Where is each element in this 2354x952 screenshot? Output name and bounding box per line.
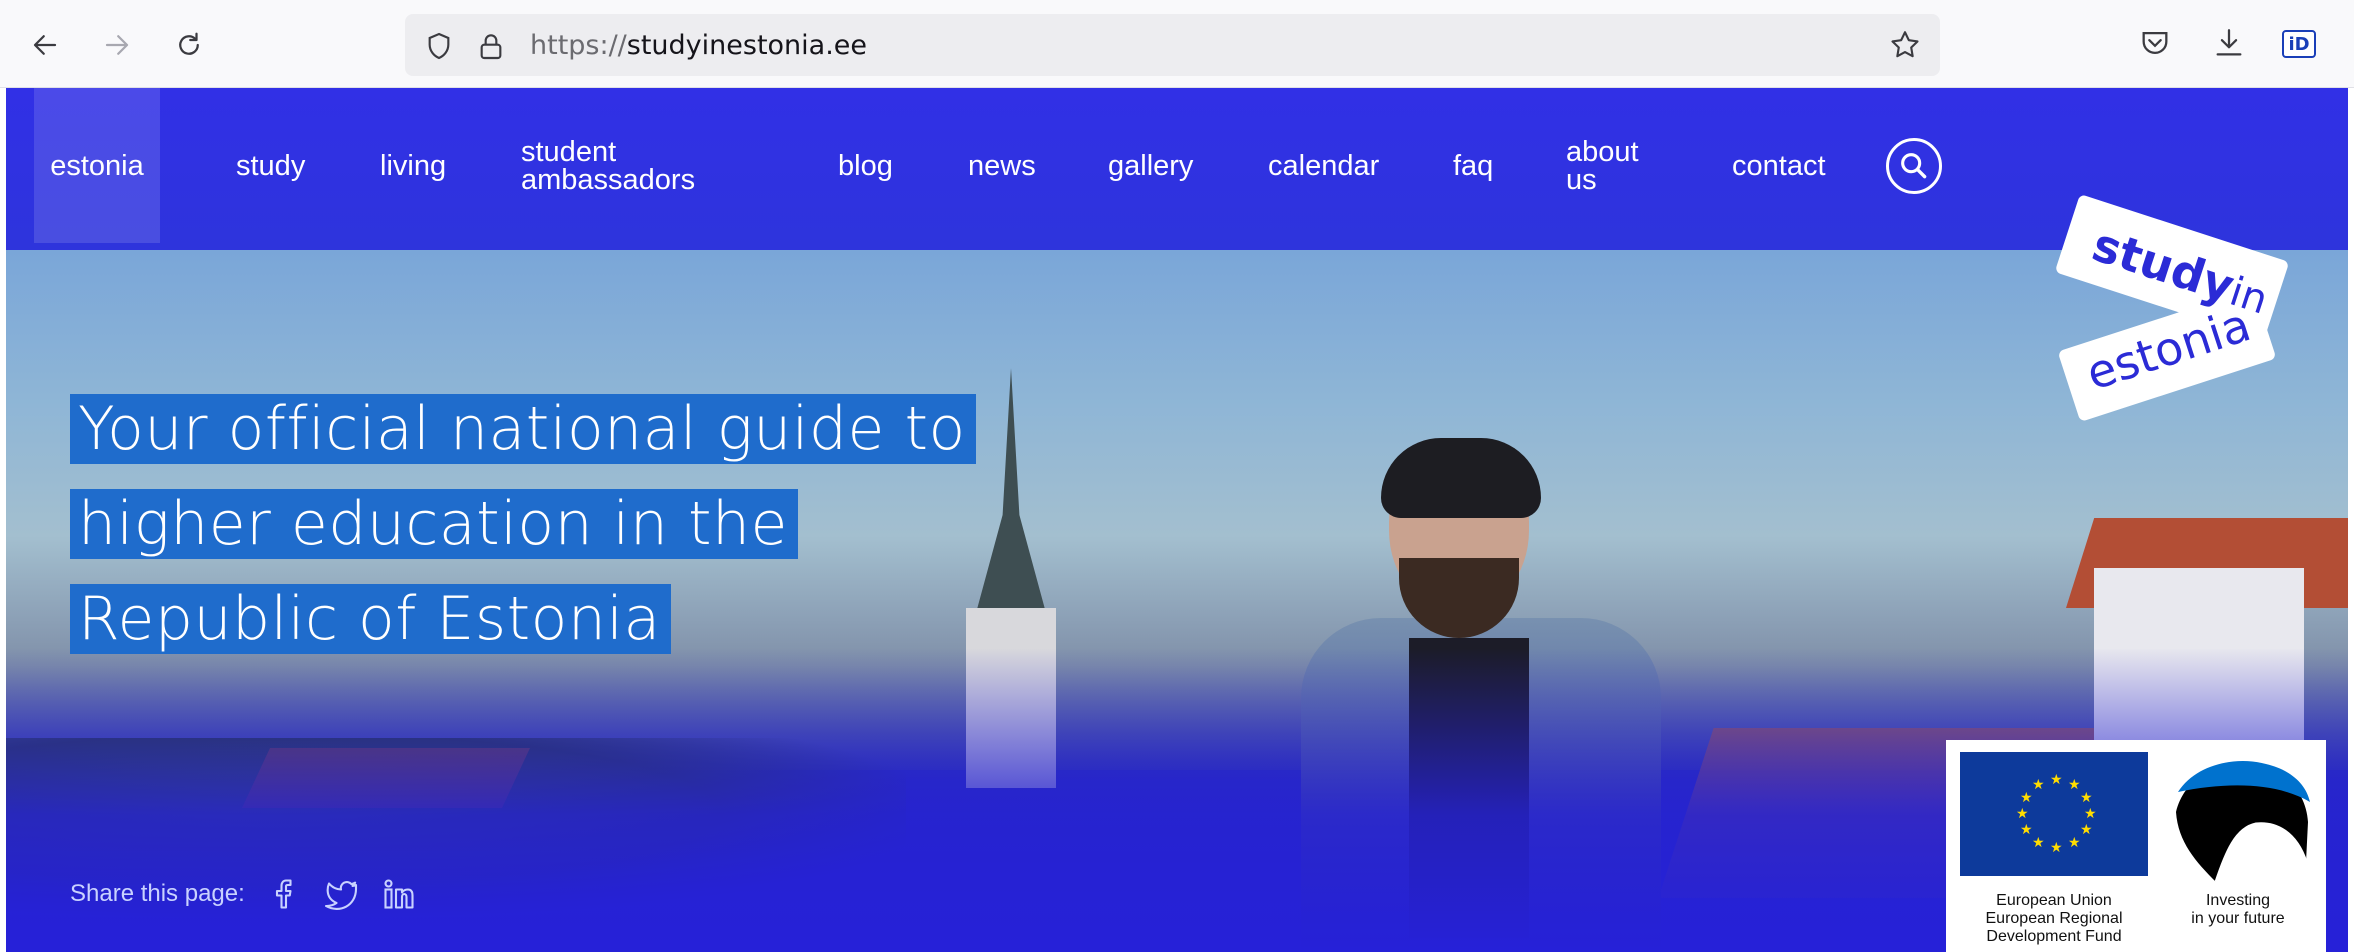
- share-bar: Share this page:: [70, 874, 419, 914]
- facebook-icon: [275, 879, 292, 909]
- nav-item-blog[interactable]: blog: [838, 88, 893, 243]
- svg-text:★: ★: [2080, 822, 2093, 838]
- nav-label: about us: [1566, 135, 1639, 196]
- svg-text:★: ★: [2020, 822, 2033, 838]
- svg-text:★: ★: [2084, 806, 2097, 822]
- back-button[interactable]: [24, 24, 66, 66]
- nav-label: estonia: [50, 149, 144, 182]
- website-viewport: estonia study living student ambassadors…: [6, 88, 2348, 952]
- nav-item-student-ambassadors[interactable]: student ambassadors: [521, 88, 721, 243]
- svg-text:★: ★: [2068, 777, 2081, 793]
- lock-icon[interactable]: [475, 30, 507, 62]
- pocket-icon[interactable]: [2138, 26, 2172, 60]
- nav-label: student ambassadors: [521, 135, 696, 196]
- browser-toolbar: https://studyinestonia.ee iD: [0, 0, 2354, 88]
- nav-item-faq[interactable]: faq: [1453, 88, 1493, 243]
- nav-item-contact[interactable]: contact: [1732, 88, 1826, 243]
- nav-label: contact: [1732, 149, 1826, 182]
- headline-line-1: Your official national guide to: [70, 394, 976, 464]
- investing-text: Investing in your future: [2191, 892, 2285, 927]
- share-label: Share this page:: [70, 880, 245, 907]
- main-nav: estonia study living student ambassadors…: [6, 88, 2348, 250]
- svg-text:★: ★: [2032, 835, 2045, 851]
- reload-icon: [179, 32, 199, 55]
- svg-text:★: ★: [2068, 835, 2081, 851]
- nav-label: living: [380, 149, 447, 182]
- nav-label: gallery: [1108, 149, 1194, 182]
- twitter-icon: [324, 881, 357, 910]
- nav-item-about-us[interactable]: about us: [1566, 88, 1656, 243]
- nav-item-estonia[interactable]: estonia: [34, 88, 160, 243]
- hero-headline: Your official national guide to higher e…: [70, 394, 976, 679]
- nav-label: faq: [1453, 149, 1494, 182]
- nav-item-calendar[interactable]: calendar: [1268, 88, 1379, 243]
- address-bar[interactable]: https://studyinestonia.ee: [405, 14, 1940, 76]
- arrow-right-icon: [105, 35, 129, 55]
- reload-button[interactable]: [168, 24, 210, 66]
- nav-label: blog: [838, 149, 893, 182]
- svg-text:★: ★: [2050, 772, 2063, 788]
- study-in-estonia-logo[interactable]: studyin estonia: [2042, 194, 2290, 436]
- headline-line-3: Republic of Estonia: [70, 584, 671, 654]
- search-button[interactable]: [1886, 138, 1942, 194]
- nav-label: calendar: [1268, 149, 1380, 182]
- nav-item-study[interactable]: study: [236, 88, 305, 243]
- extension-id-icon[interactable]: iD: [2282, 30, 2316, 58]
- headline-line-2: higher education in the: [70, 489, 798, 559]
- nav-item-news[interactable]: news: [968, 88, 1036, 243]
- twitter-link[interactable]: [321, 874, 361, 914]
- eu-flag-icon: ★ ★ ★ ★ ★ ★ ★ ★ ★ ★ ★ ★: [1960, 752, 2148, 876]
- bookmark-star-icon[interactable]: [1888, 28, 1922, 62]
- svg-text:★: ★: [2050, 840, 2063, 856]
- estonian-flag-icon: [2176, 761, 2310, 883]
- facebook-link[interactable]: [263, 874, 303, 914]
- nav-item-gallery[interactable]: gallery: [1108, 88, 1193, 243]
- linkedin-link[interactable]: [379, 874, 419, 914]
- eu-fund-text: European Union European Regional Develop…: [1985, 892, 2123, 945]
- linkedin-icon: [384, 879, 414, 909]
- forward-button[interactable]: [96, 24, 138, 66]
- svg-text:★: ★: [2032, 777, 2045, 793]
- shield-icon[interactable]: [423, 30, 455, 62]
- url-text[interactable]: https://studyinestonia.ee: [530, 30, 867, 61]
- svg-text:★: ★: [2020, 790, 2033, 806]
- download-icon[interactable]: [2212, 26, 2246, 60]
- nav-item-living[interactable]: living: [380, 88, 446, 243]
- svg-text:★: ★: [2016, 806, 2029, 822]
- nav-label: study: [236, 149, 306, 182]
- nav-label: news: [968, 149, 1036, 182]
- eu-funding-badge[interactable]: ★ ★ ★ ★ ★ ★ ★ ★ ★ ★ ★ ★ European Union European R…: [1946, 740, 2326, 952]
- arrow-left-icon: [33, 35, 57, 55]
- search-icon: [1901, 153, 1927, 179]
- svg-text:★: ★: [2080, 790, 2093, 806]
